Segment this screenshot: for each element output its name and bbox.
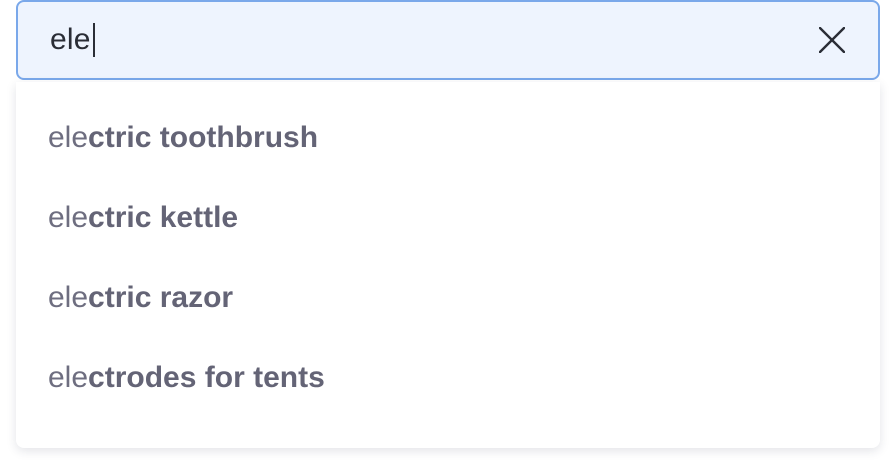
suggestion-item[interactable]: ele ctric razor (16, 258, 880, 338)
suggestion-completion: ctric razor (88, 281, 234, 314)
suggestion-match: ele (48, 201, 89, 234)
suggestion-completion: ctric kettle (88, 201, 239, 234)
suggestion-match: ele (48, 121, 89, 154)
suggestion-match: ele (48, 361, 89, 394)
suggestion-item[interactable]: ele ctric toothbrush (16, 98, 880, 178)
search-widget: ele ele ctric toothbrush ele ctric kettle … (0, 0, 896, 472)
suggestion-completion: ctric toothbrush (88, 121, 319, 154)
text-caret (92, 23, 95, 57)
suggestion-item[interactable]: ele ctric kettle (16, 178, 880, 258)
suggestion-match: ele (48, 281, 89, 314)
clear-search-button[interactable] (816, 24, 848, 56)
search-input-text[interactable]: ele (50, 23, 95, 57)
suggestions-dropdown: ele ctric toothbrush ele ctric kettle ele c… (16, 82, 880, 448)
suggestion-completion: ctrodes for tents (88, 361, 325, 394)
close-icon (819, 27, 845, 53)
search-input[interactable]: ele (16, 0, 880, 80)
search-query: ele (50, 23, 91, 56)
suggestion-item[interactable]: ele ctrodes for tents (16, 338, 880, 418)
